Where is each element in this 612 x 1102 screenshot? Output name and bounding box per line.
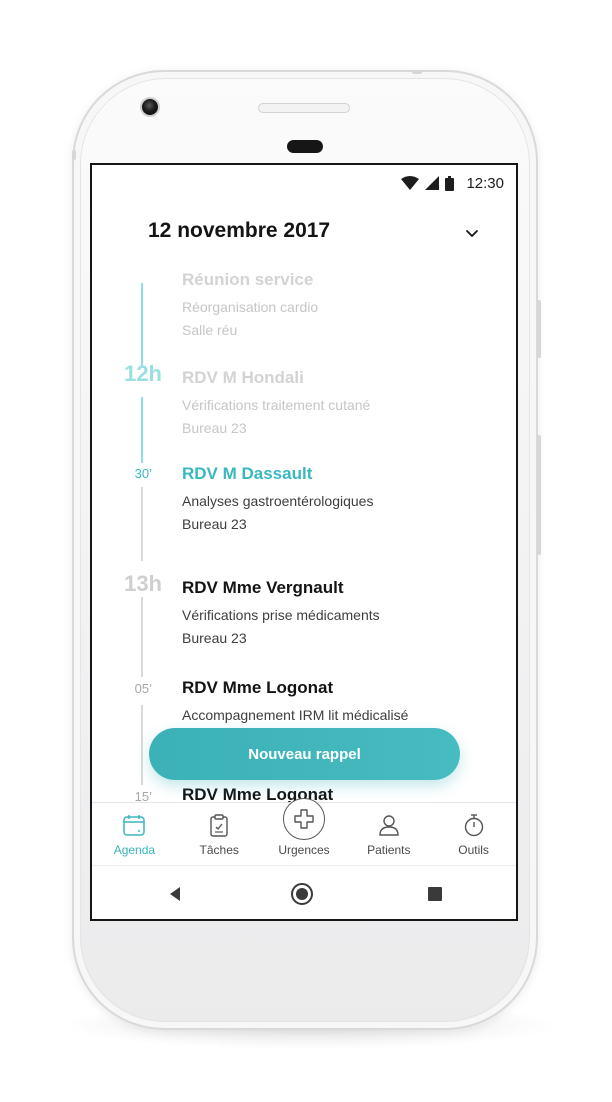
sensor-slot xyxy=(258,103,350,113)
agenda-header: 12 novembre 2017 xyxy=(92,201,516,261)
agenda-timeline[interactable]: 12h 30’ 13h 05’ 15’ Réunion service Réor… xyxy=(92,261,516,804)
new-reminder-button[interactable]: Nouveau rappel xyxy=(149,728,460,780)
status-bar: 12:30 xyxy=(92,165,516,201)
nav-item-outils[interactable]: Outils xyxy=(431,803,516,865)
top-notch-mark xyxy=(412,70,422,74)
event-description: Accompagnement IRM lit médicalisé xyxy=(182,707,409,723)
timeline-line-active xyxy=(141,397,143,463)
nav-label: Tâches xyxy=(199,843,239,857)
event-title: RDV Mme Logonat xyxy=(182,678,334,697)
nav-item-patients[interactable]: Patients xyxy=(346,803,431,865)
time-label-30: 30’ xyxy=(134,466,152,481)
home-icon[interactable] xyxy=(291,883,313,905)
clipboard-icon xyxy=(210,814,228,837)
timeline-line xyxy=(141,487,143,561)
timeline-line xyxy=(141,705,143,785)
nav-item-agenda[interactable]: Agenda xyxy=(92,803,177,865)
bottom-navigation: Agenda Tâches Urgences Patients Outils xyxy=(92,798,516,865)
nav-label: Patients xyxy=(367,843,411,857)
time-label-12h: 12h xyxy=(124,361,162,386)
timeline-line xyxy=(141,597,143,677)
date-title[interactable]: 12 novembre 2017 xyxy=(148,219,330,243)
time-label-13h: 13h xyxy=(124,571,162,596)
event-title: RDV Mme Vergnault xyxy=(182,578,344,597)
person-icon xyxy=(379,815,399,836)
medical-cross-icon xyxy=(294,809,314,829)
calendar-icon xyxy=(123,815,146,836)
power-button xyxy=(537,300,541,358)
event-room: Bureau 23 xyxy=(182,420,247,436)
event-description: Vérifications traitement cutané xyxy=(182,397,371,413)
recents-icon[interactable] xyxy=(428,887,442,901)
event-room: Bureau 23 xyxy=(182,516,247,532)
nav-item-taches[interactable]: Tâches xyxy=(177,803,262,865)
phone-screen: 12:30 12 novembre 2017 12h 30’ 13h 05’ 1… xyxy=(90,163,518,921)
chevron-down-icon[interactable] xyxy=(462,223,482,243)
status-time: 12:30 xyxy=(466,174,504,192)
front-camera xyxy=(140,97,160,117)
left-notch-mark xyxy=(72,150,76,160)
nav-item-urgences[interactable]: Urgences xyxy=(262,798,347,865)
volume-button xyxy=(537,435,541,555)
event-title: Réunion service xyxy=(182,270,314,289)
back-icon[interactable] xyxy=(168,886,182,902)
nav-label: Urgences xyxy=(278,843,330,857)
event-title: RDV M Dassault xyxy=(182,464,313,483)
event-item[interactable]: RDV Mme Vergnault Vérifications prise mé… xyxy=(182,578,502,646)
event-room: Bureau 23 xyxy=(182,630,247,646)
event-description: Analyses gastroentérologiques xyxy=(182,493,374,509)
android-navigation-bar xyxy=(92,865,516,919)
battery-icon xyxy=(445,175,455,191)
event-item[interactable]: Réunion service Réorganisation cardio Sa… xyxy=(182,270,502,338)
earpiece-speaker xyxy=(287,140,323,153)
nav-label: Outils xyxy=(458,843,489,857)
event-item[interactable]: RDV M Dassault Analyses gastroentérologi… xyxy=(182,464,502,532)
wifi-icon xyxy=(401,176,420,190)
event-title: RDV M Hondali xyxy=(182,368,304,387)
event-item[interactable]: RDV Mme Logonat Accompagnement IRM lit m… xyxy=(182,678,502,723)
event-item[interactable]: RDV M Hondali Vérifications traitement c… xyxy=(182,368,502,436)
event-room: Salle réu xyxy=(182,322,238,338)
timeline-line-active xyxy=(141,283,143,367)
time-label-05: 05’ xyxy=(134,681,152,696)
event-description: Vérifications prise médicaments xyxy=(182,607,380,623)
event-description: Réorganisation cardio xyxy=(182,299,319,315)
nav-label: Agenda xyxy=(113,843,156,857)
stopwatch-icon xyxy=(464,814,483,837)
signal-icon xyxy=(425,176,440,190)
